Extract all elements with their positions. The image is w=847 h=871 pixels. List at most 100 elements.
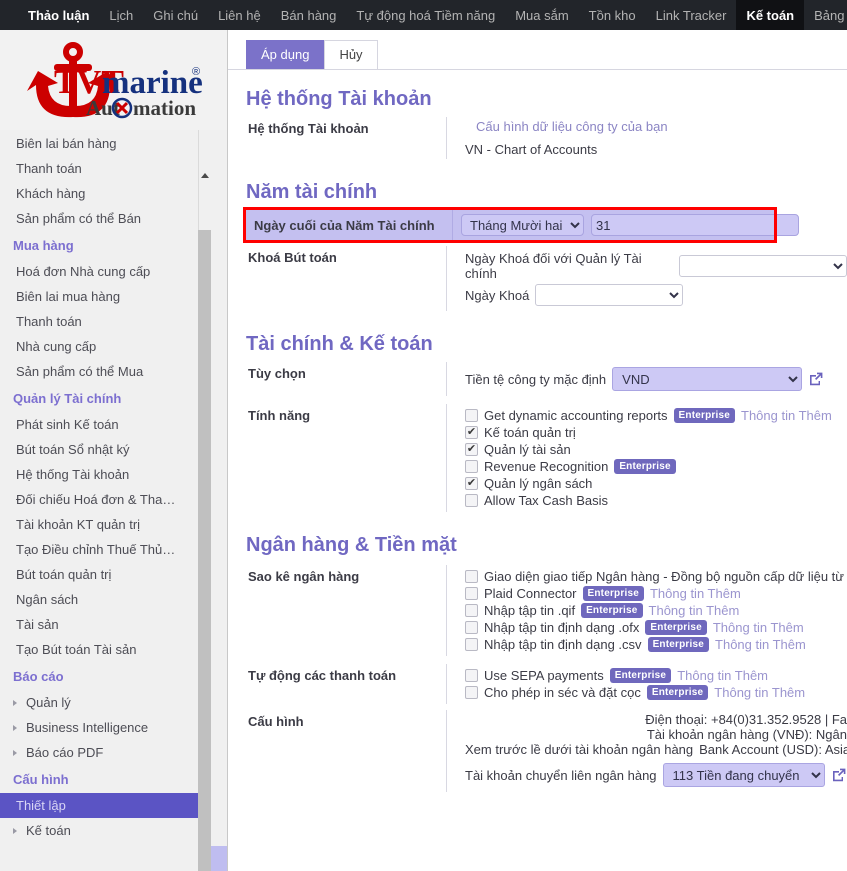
feature-label-3: Revenue Recognition bbox=[484, 459, 609, 474]
more-info-link[interactable]: Thông tin Thêm bbox=[715, 637, 806, 652]
sidebar-scrollbar-thumb[interactable] bbox=[198, 230, 211, 871]
body-options: Tiền tệ công ty mặc định VND bbox=[446, 362, 847, 396]
checkbox-icon[interactable] bbox=[465, 409, 478, 422]
fiscal-day-input[interactable] bbox=[591, 214, 799, 236]
sidebar-item-24[interactable]: Business Intelligence bbox=[0, 715, 212, 740]
sidebar-item-28[interactable]: Kế toán bbox=[0, 818, 212, 843]
sidebar-item-7[interactable]: Biên lai mua hàng bbox=[0, 284, 212, 309]
enterprise-badge: Enterprise bbox=[609, 668, 672, 683]
value-chart-of-accounts: VN - Chart of Accounts bbox=[465, 142, 598, 157]
default-currency-group: Tiền tệ công ty mặc định VND bbox=[465, 367, 847, 391]
enterprise-badge: Enterprise bbox=[614, 459, 676, 474]
checkbox-icon[interactable] bbox=[465, 621, 478, 634]
bank-statement-row-0: Giao diện giao tiếp Ngân hàng - Đồng bộ … bbox=[465, 569, 847, 584]
interbank-transfer-account-select[interactable]: 113 Tiền đang chuyển bbox=[662, 763, 825, 787]
fiscal-month-select[interactable]: Tháng Mười hai bbox=[461, 214, 584, 236]
nav-item-2[interactable]: Ghi chú bbox=[143, 0, 208, 30]
lock-date-select[interactable] bbox=[535, 284, 684, 306]
external-link-icon[interactable] bbox=[831, 767, 847, 783]
auto-payment-row-1: Cho phép in séc và đặt cọc Enterprise Thôn… bbox=[465, 685, 847, 700]
more-info-link[interactable]: Thông tin Thêm bbox=[713, 620, 804, 635]
lock-date-financial-select[interactable] bbox=[678, 255, 847, 277]
checkbox-icon[interactable] bbox=[465, 638, 478, 651]
body-entry-lock: Ngày Khoá đối với Quản lý Tài chính Ngày… bbox=[446, 246, 847, 311]
more-info-link[interactable]: Thông tin Thêm bbox=[741, 408, 832, 423]
sidebar-item-14[interactable]: Hệ thống Tài khoản bbox=[0, 462, 212, 487]
nav-item-8[interactable]: Link Tracker bbox=[646, 0, 737, 30]
sidebar-item-20[interactable]: Tài sản bbox=[0, 612, 212, 637]
label-entry-lock: Khoá Bút toán bbox=[248, 250, 337, 265]
external-link-icon[interactable] bbox=[808, 371, 824, 387]
nav-item-10[interactable]: Bảng lương bbox=[804, 0, 847, 30]
more-info-link[interactable]: Thông tin Thêm bbox=[714, 685, 805, 700]
apply-button[interactable]: Áp dụng bbox=[246, 40, 325, 69]
cancel-button[interactable]: Hủy bbox=[324, 40, 378, 69]
sidebar-item-2[interactable]: Thanh toán bbox=[0, 156, 212, 181]
app-logo: TVT marine ® Aut mation bbox=[0, 30, 227, 130]
checkbox-checked-icon[interactable]: ✔ bbox=[465, 443, 478, 456]
sidebar-item-4[interactable]: Sản phẩm có thể Bán bbox=[0, 206, 212, 231]
sidebar-item-9[interactable]: Nhà cung cấp bbox=[0, 334, 212, 359]
more-info-link[interactable]: Thông tin Thêm bbox=[677, 668, 768, 683]
feature-row-5: Allow Tax Cash Basis bbox=[465, 493, 847, 508]
checkbox-icon[interactable] bbox=[465, 669, 478, 682]
nav-item-1[interactable]: Lịch bbox=[99, 0, 143, 30]
config-phone-line: Điện thoại: +84(0)31.352.9528 | Fa bbox=[645, 712, 847, 727]
sidebar-selection-highlight-extension bbox=[211, 846, 227, 871]
sidebar-item-12[interactable]: Phát sinh Kế toán bbox=[0, 412, 212, 437]
sidebar-item-3[interactable]: Khách hàng bbox=[0, 181, 212, 206]
label-fiscal-year-end-date: Ngày cuối của Năm Tài chính bbox=[254, 217, 435, 233]
bank-statement-label-3: Nhập tập tin định dạng .ofx bbox=[484, 620, 640, 635]
checkbox-checked-icon[interactable]: ✔ bbox=[465, 426, 478, 439]
checkbox-checked-icon[interactable]: ✔ bbox=[465, 477, 478, 490]
auto-payment-label-1: Cho phép in séc và đặt cọc bbox=[484, 685, 641, 700]
sidebar-item-1[interactable]: Biên lai bán hàng bbox=[0, 131, 212, 156]
sidebar-item-26: Cấu hình bbox=[13, 772, 69, 787]
sidebar-item-25[interactable]: Báo cáo PDF bbox=[0, 740, 212, 765]
logo-registered-mark: ® bbox=[192, 66, 200, 78]
checkbox-icon[interactable] bbox=[465, 460, 478, 473]
sidebar-item-19[interactable]: Ngân sách bbox=[0, 587, 212, 612]
more-info-link[interactable]: Thông tin Thêm bbox=[650, 586, 741, 601]
checkbox-icon[interactable] bbox=[465, 686, 478, 699]
scroll-up-arrow-icon[interactable] bbox=[198, 168, 211, 182]
enterprise-badge: Enterprise bbox=[582, 586, 644, 601]
sidebar-item-17[interactable]: Tạo Điều chỉnh Thuế Thủ… bbox=[0, 537, 212, 562]
nav-item-9[interactable]: Kế toán bbox=[736, 0, 805, 30]
auto-payments-list: Use SEPA payments Enterprise Thông tin Thê… bbox=[446, 664, 847, 704]
nav-item-3[interactable]: Liên hệ bbox=[208, 0, 271, 30]
sidebar-item-21[interactable]: Tạo Bút toán Tài sản bbox=[0, 637, 212, 662]
checkbox-icon[interactable] bbox=[465, 604, 478, 617]
sidebar-item-8[interactable]: Thanh toán bbox=[0, 309, 212, 334]
sidebar-item-13[interactable]: Bút toán Sổ nhật ký bbox=[0, 437, 212, 462]
nav-item-4[interactable]: Bán hàng bbox=[271, 0, 347, 30]
enterprise-badge: Enterprise bbox=[673, 408, 736, 423]
label-default-currency: Tiền tệ công ty mặc định bbox=[465, 371, 607, 387]
bank-statement-row-3: Nhập tập tin định dạng .ofx Enterprise Thô… bbox=[465, 620, 847, 635]
sidebar-item-27[interactable]: Thiết lập bbox=[0, 793, 212, 818]
enterprise-badge: Enterprise bbox=[646, 685, 709, 700]
label-auto-payments: Tự động các thanh toán bbox=[248, 668, 397, 683]
nav-item-5[interactable]: Tự động hoá Tiềm năng bbox=[346, 0, 505, 30]
bank-statement-label-0: Giao diện giao tiếp Ngân hàng - Đồng bộ … bbox=[484, 569, 847, 584]
row-chart-of-accounts: Hệ thống Tài khoản Cấu hình dữ liệu công… bbox=[246, 117, 847, 159]
nav-item-6[interactable]: Mua sắm bbox=[505, 0, 578, 30]
checkbox-icon[interactable] bbox=[465, 570, 478, 583]
checkbox-icon[interactable] bbox=[465, 494, 478, 507]
sidebar-item-6[interactable]: Hoá đơn Nhà cung cấp bbox=[0, 259, 212, 284]
feature-row-1: ✔ Kế toán quản trị bbox=[465, 425, 847, 440]
nav-item-0[interactable]: Thảo luận bbox=[18, 0, 99, 30]
enterprise-badge: Enterprise bbox=[647, 637, 710, 652]
sidebar-item-10[interactable]: Sản phẩm có thể Mua bbox=[0, 359, 212, 384]
default-currency-select[interactable]: VND bbox=[612, 367, 803, 391]
sidebar-item-18[interactable]: Bút toán quản trị bbox=[0, 562, 212, 587]
hint-company-data-config: Cấu hình dữ liệu công ty của bạn bbox=[476, 119, 668, 134]
checkbox-icon[interactable] bbox=[465, 587, 478, 600]
sidebar-item-16[interactable]: Tài khoản KT quản trị bbox=[0, 512, 212, 537]
sidebar-item-15[interactable]: Đối chiếu Hoá đơn & Tha… bbox=[0, 487, 212, 512]
more-info-link[interactable]: Thông tin Thêm bbox=[649, 603, 740, 618]
sidebar-right-strip bbox=[211, 130, 227, 871]
row-features: Tính năng Get dynamic accounting reports… bbox=[246, 404, 847, 512]
nav-item-7[interactable]: Tồn kho bbox=[579, 0, 646, 30]
sidebar-item-23[interactable]: Quản lý bbox=[0, 690, 212, 715]
